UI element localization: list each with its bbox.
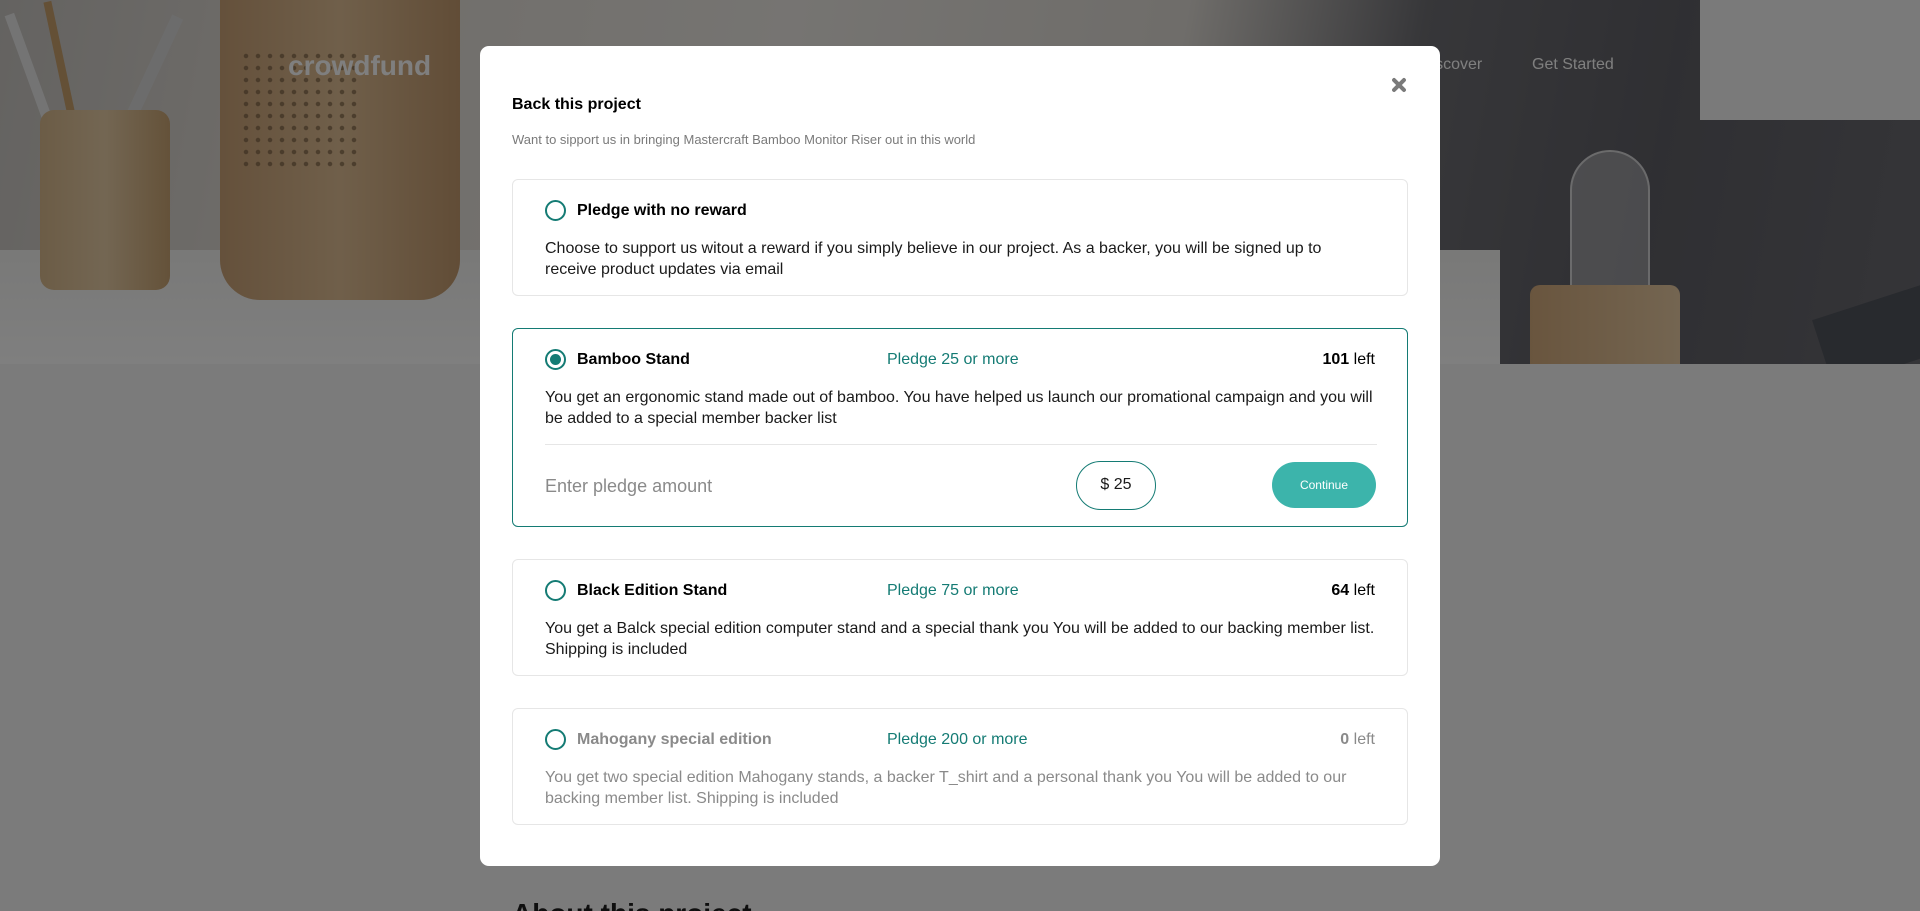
pledge-option-black-edition[interactable]: Black Edition Stand Pledge 75 or more 64… [512, 559, 1408, 676]
radio-button[interactable] [545, 580, 566, 601]
option-pledge: Pledge 25 or more [887, 351, 1019, 368]
option-description: You get a Balck special edition computer… [545, 620, 1375, 658]
continue-button[interactable]: Continue [1272, 462, 1376, 508]
option-title: Black Edition Stand [577, 582, 728, 599]
option-left-count: 0 left [1340, 731, 1375, 748]
option-pledge: Pledge 75 or more [887, 582, 1019, 599]
back-project-modal: Back this project Want to sipport us in … [480, 46, 1440, 866]
radio-button[interactable] [545, 200, 566, 221]
pledge-option-bamboo-stand[interactable]: Bamboo Stand Pledge 25 or more 101 left … [512, 328, 1408, 527]
option-pledge: Pledge 200 or more [887, 731, 1028, 748]
pledge-amount-input[interactable]: $ 25 [1076, 461, 1156, 510]
option-title: Pledge with no reward [577, 202, 747, 219]
option-left-count: 64 left [1331, 582, 1375, 599]
radio-button [545, 729, 566, 750]
enter-pledge-label: Enter pledge amount [545, 476, 713, 496]
divider [545, 444, 1377, 445]
pledge-option-no-reward[interactable]: Pledge with no reward Choose to support … [512, 179, 1408, 296]
option-title: Mahogany special edition [577, 731, 772, 748]
modal-subtitle: Want to sipport us in bringing Mastercra… [512, 132, 976, 147]
modal-title: Back this project [512, 96, 641, 113]
option-description: You get two special edition Mahogany sta… [545, 769, 1347, 807]
option-description: You get an ergonomic stand made out of b… [545, 389, 1373, 427]
close-icon[interactable] [1388, 74, 1410, 96]
option-left-count: 101 left [1322, 351, 1376, 368]
pledge-option-mahogany: Mahogany special edition Pledge 200 or m… [512, 708, 1408, 825]
option-title: Bamboo Stand [577, 351, 690, 368]
option-description: Choose to support us witout a reward if … [545, 240, 1322, 278]
radio-button[interactable] [545, 349, 566, 370]
